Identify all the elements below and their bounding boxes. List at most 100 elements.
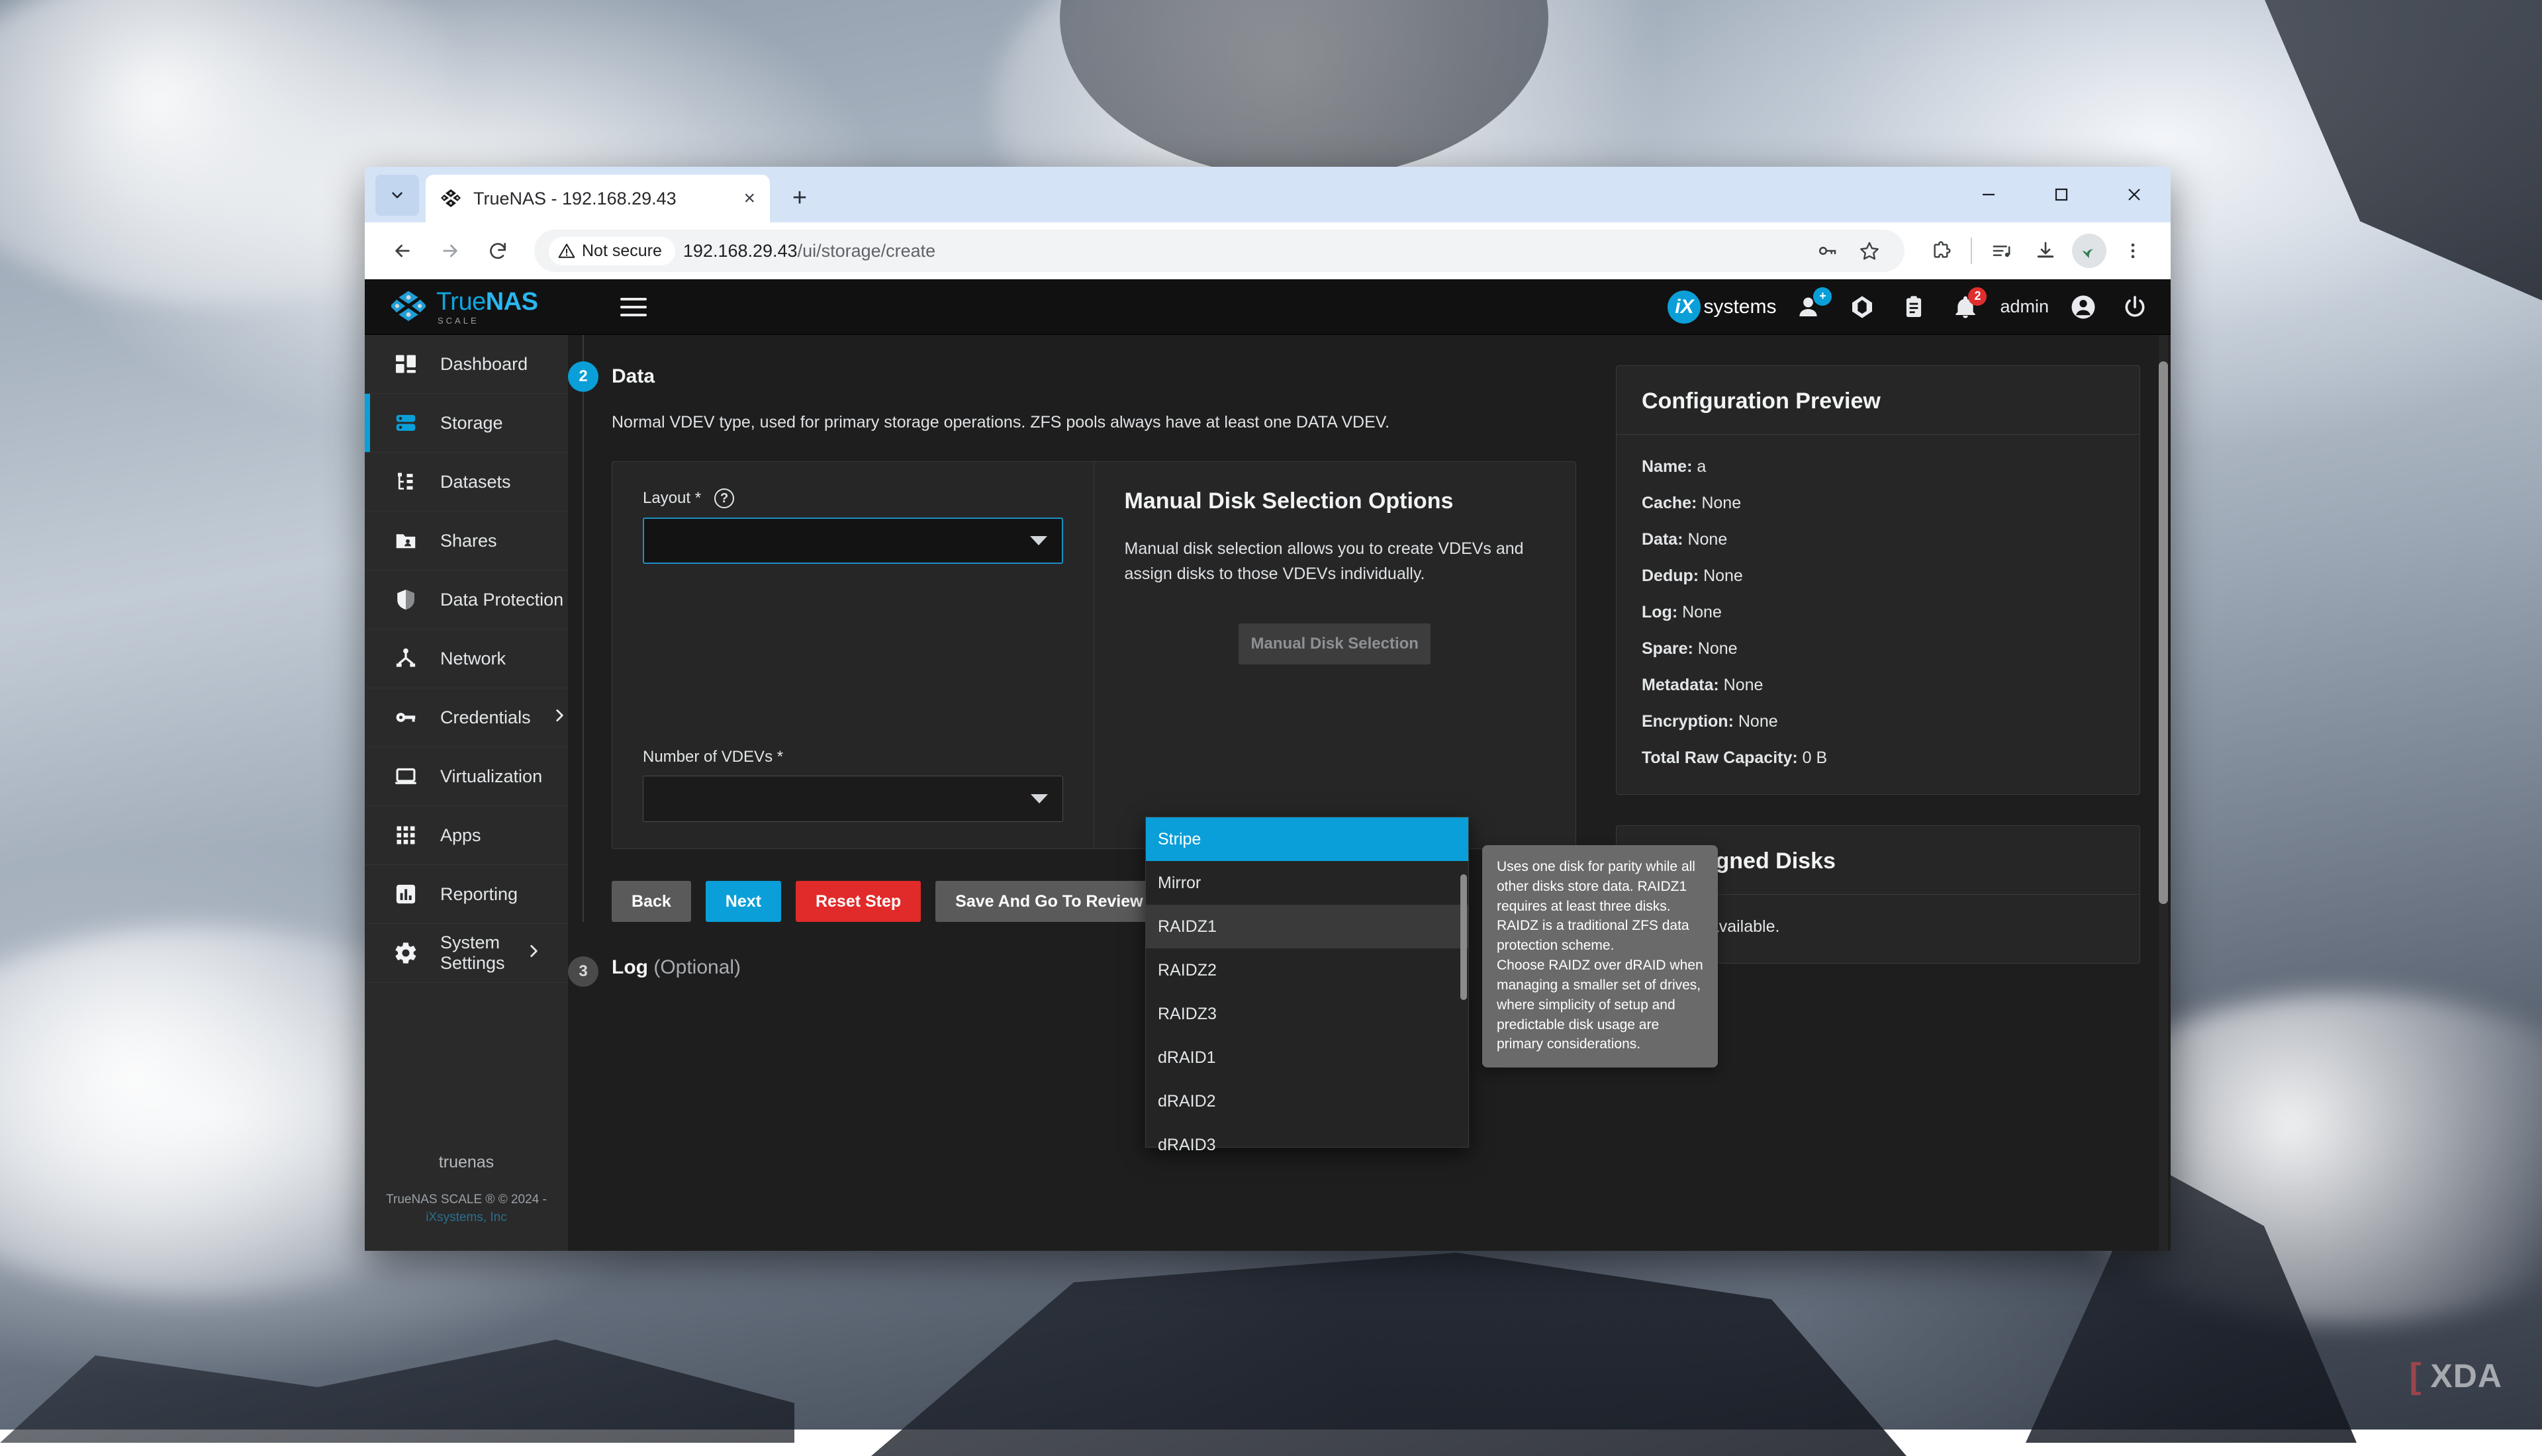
config-key: Data: xyxy=(1642,530,1683,549)
tooltip-paragraph-2: Choose RAIDZ over dRAID when managing a … xyxy=(1497,956,1703,1054)
sidebar-item-reporting[interactable]: Reporting xyxy=(365,865,568,924)
layout-option-raidz2[interactable]: RAIDZ2 xyxy=(1146,948,1468,992)
omnibox-actions xyxy=(1807,230,1890,271)
sidebar-item-label: Virtualization xyxy=(440,766,542,787)
save-and-go-to-review-button[interactable]: Save And Go To Review xyxy=(935,881,1162,922)
layout-tooltip: Uses one disk for parity while all other… xyxy=(1482,845,1718,1068)
tab-search-button[interactable] xyxy=(375,175,419,216)
config-value: None xyxy=(1701,494,1741,512)
config-row-data: Data: None xyxy=(1642,530,2114,549)
sidebar-item-label: Network xyxy=(440,649,506,669)
hamburger-line xyxy=(620,298,647,300)
profile-avatar[interactable] xyxy=(2069,230,2110,271)
network-icon xyxy=(391,644,420,673)
layout-select[interactable] xyxy=(643,518,1063,564)
vdev-configuration-card: Layout * ? Number of VDEVs * xyxy=(612,461,1576,849)
power-icon[interactable] xyxy=(2118,290,2152,324)
download-icon[interactable] xyxy=(2025,230,2066,271)
help-circle-icon[interactable]: ? xyxy=(714,488,734,508)
new-tab-button[interactable]: + xyxy=(780,179,819,217)
not-secure-chip[interactable]: Not secure xyxy=(549,237,675,265)
chevron-down-icon xyxy=(1030,536,1047,545)
menu-toggle-button[interactable] xyxy=(614,287,653,327)
config-key: Total Raw Capacity: xyxy=(1642,749,1798,767)
chevron-right-icon xyxy=(551,707,568,729)
config-value: a xyxy=(1697,457,1706,476)
truenas-enterprise-icon[interactable] xyxy=(1845,290,1879,324)
config-row-cache: Cache: None xyxy=(1642,494,2114,513)
close-window-button[interactable] xyxy=(2098,167,2171,222)
reload-icon[interactable] xyxy=(477,230,518,271)
config-key: Cache: xyxy=(1642,494,1697,512)
sidebar-item-credentials[interactable]: Credentials xyxy=(365,688,568,747)
layout-dropdown-panel[interactable]: Stripe Mirror RAIDZ1 RAIDZ2 RAIDZ3 dRAID… xyxy=(1145,817,1469,1148)
back-button[interactable]: Back xyxy=(612,881,691,922)
sidebar-item-network[interactable]: Network xyxy=(365,629,568,688)
sidebar-item-label: Credentials xyxy=(440,707,531,728)
brand-name: TrueNAS xyxy=(436,289,538,314)
minimize-button[interactable] xyxy=(1952,167,2025,222)
forward-icon[interactable] xyxy=(430,230,471,271)
ixsystems-logo: iX systems xyxy=(1668,291,1776,324)
config-row-dedup: Dedup: None xyxy=(1642,567,2114,586)
config-value: None xyxy=(1703,567,1743,585)
vdevs-label-text: Number of VDEVs * xyxy=(643,748,783,766)
browser-tab[interactable]: TrueNAS - 192.168.29.43 × xyxy=(426,175,770,222)
extensions-icon[interactable] xyxy=(1920,230,1961,271)
back-icon[interactable] xyxy=(382,230,423,271)
layout-option-draid1[interactable]: dRAID1 xyxy=(1146,1036,1468,1079)
bookmark-star-icon[interactable] xyxy=(1849,230,1890,271)
add-user-icon[interactable]: + xyxy=(1793,290,1828,324)
next-button[interactable]: Next xyxy=(706,881,781,922)
kebab-menu-icon[interactable] xyxy=(2112,230,2153,271)
layout-option-raidz3[interactable]: RAIDZ3 xyxy=(1146,992,1468,1036)
sidebar-item-system-settings[interactable]: System Settings xyxy=(365,924,568,983)
config-row-metadata: Metadata: None xyxy=(1642,676,2114,695)
layout-option-raidz1[interactable]: RAIDZ1 xyxy=(1146,905,1468,948)
wallpaper-figure xyxy=(2171,0,2542,318)
ixsystems-link[interactable]: iXsystems, Inc xyxy=(426,1210,506,1224)
manual-disk-selection-button[interactable]: Manual Disk Selection xyxy=(1239,623,1431,664)
close-icon[interactable]: × xyxy=(743,189,755,208)
media-playlist-icon[interactable] xyxy=(1981,230,2022,271)
number-of-vdevs-select[interactable] xyxy=(643,776,1063,822)
sidebar-item-label: Dashboard xyxy=(440,354,528,375)
sidebar-item-label: Datasets xyxy=(440,472,511,492)
address-bar[interactable]: Not secure 192.168.29.43/ui/storage/crea… xyxy=(534,230,1905,272)
account-circle-icon[interactable] xyxy=(2066,290,2100,324)
url-path: /ui/storage/create xyxy=(798,241,936,261)
alerts-badge: 2 xyxy=(1968,287,1987,306)
vdev-left-pane: Layout * ? Number of VDEVs * xyxy=(612,462,1094,848)
reporting-chart-icon xyxy=(391,880,420,909)
layout-option-draid2[interactable]: dRAID2 xyxy=(1146,1079,1468,1123)
profile-avatar-circle xyxy=(2072,234,2106,268)
alerts-bell-icon[interactable]: 2 xyxy=(1948,290,1983,324)
shield-icon xyxy=(391,585,420,614)
key-icon[interactable] xyxy=(1807,230,1848,271)
add-user-badge: + xyxy=(1813,287,1832,306)
sidebar-item-shares[interactable]: Shares xyxy=(365,512,568,570)
sidebar-item-dashboard[interactable]: Dashboard xyxy=(365,335,568,394)
browser-tab-title: TrueNAS - 192.168.29.43 xyxy=(473,189,731,209)
layout-option-stripe[interactable]: Stripe xyxy=(1146,817,1468,861)
brand-text: TrueNAS SCALE xyxy=(436,289,538,325)
sidebar-item-apps[interactable]: Apps xyxy=(365,806,568,865)
maximize-button[interactable] xyxy=(2025,167,2098,222)
configuration-preview-panel: Configuration Preview Name: a Cache: Non… xyxy=(1616,365,2140,795)
dropdown-scrollbar-thumb[interactable] xyxy=(1460,874,1467,1000)
layout-option-draid3[interactable]: dRAID3 xyxy=(1146,1123,1468,1167)
brand-name-prefix: True xyxy=(436,288,486,316)
gear-icon xyxy=(391,938,420,968)
sidebar-item-data-protection[interactable]: Data Protection xyxy=(365,570,568,629)
truenas-brand[interactable]: TrueNAS SCALE xyxy=(382,289,600,325)
step-title-text: Log xyxy=(612,956,648,978)
sidebar-item-storage[interactable]: Storage xyxy=(365,394,568,453)
sidebar-item-virtualization[interactable]: Virtualization xyxy=(365,747,568,806)
reset-step-button[interactable]: Reset Step xyxy=(796,881,921,922)
jobs-clipboard-icon[interactable] xyxy=(1897,290,1931,324)
layout-option-mirror[interactable]: Mirror xyxy=(1146,861,1468,905)
dashboard-icon xyxy=(391,349,420,379)
step-title: Data xyxy=(612,365,655,388)
sidebar-item-datasets[interactable]: Datasets xyxy=(365,453,568,512)
scrollbar-thumb[interactable] xyxy=(2159,361,2168,904)
